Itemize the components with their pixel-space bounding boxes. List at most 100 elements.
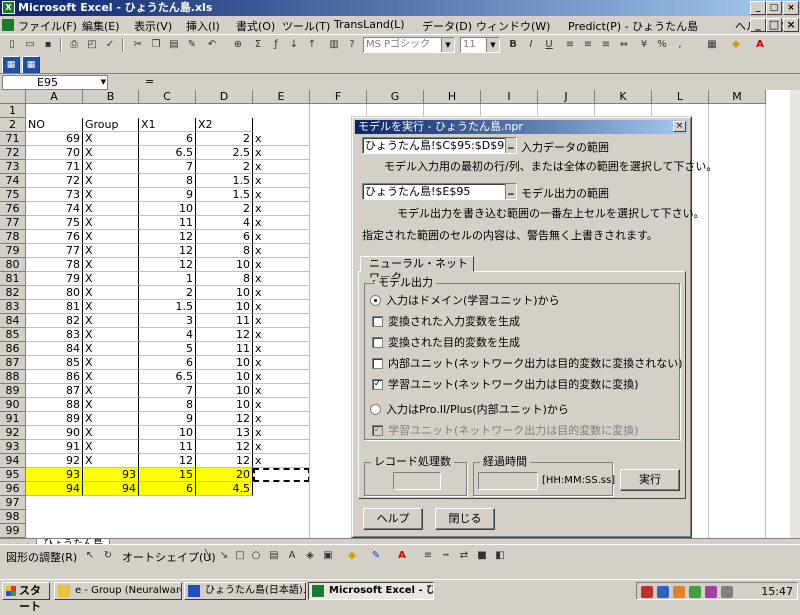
data-cell[interactable]: 12	[196, 412, 253, 426]
data-cell[interactable]: x	[253, 342, 310, 356]
data-cell[interactable]: x	[253, 398, 310, 412]
preview-icon[interactable]: ◰	[84, 37, 100, 53]
close-button[interactable]: ×	[783, 1, 799, 15]
data-cell[interactable]: 2.5	[196, 146, 253, 160]
fill-color-icon[interactable]: ◆	[344, 548, 360, 564]
data-cell[interactable]: 1.5	[196, 188, 253, 202]
data-cell[interactable]: 93	[83, 468, 139, 482]
help-button[interactable]: ヘルプ	[363, 508, 423, 530]
checkbox-target-vars[interactable]: 変換された目的変数を生成	[372, 336, 520, 350]
autosum-icon[interactable]: Σ	[250, 37, 266, 53]
data-cell[interactable]: 3	[139, 314, 196, 328]
data-cell[interactable]: x	[253, 440, 310, 454]
data-cell[interactable]: X	[83, 356, 139, 370]
data-cell[interactable]: 20	[196, 468, 253, 482]
row-header[interactable]: 1	[0, 104, 26, 118]
column-header[interactable]: F	[310, 90, 367, 104]
data-cell[interactable]: x	[253, 132, 310, 146]
data-cell[interactable]: X	[83, 370, 139, 384]
header-cell[interactable]: X1	[139, 118, 196, 132]
data-cell[interactable]: x	[253, 412, 310, 426]
tray-app-icon[interactable]	[705, 586, 717, 598]
selected-cell[interactable]	[253, 468, 310, 482]
tray-app-icon[interactable]	[673, 586, 685, 598]
fill-color-icon[interactable]: ◆	[728, 37, 744, 53]
tray-app-icon[interactable]	[689, 586, 701, 598]
checkbox-internal-units[interactable]: 内部ユニット(ネットワーク出力は目的変数に変換されない)	[372, 357, 683, 371]
column-header[interactable]: L	[652, 90, 709, 104]
row-header[interactable]: 91	[0, 412, 26, 426]
data-cell[interactable]: 8	[196, 244, 253, 258]
data-cell[interactable]: x	[253, 314, 310, 328]
row-header[interactable]: 97	[0, 496, 26, 510]
data-cell[interactable]: X	[83, 440, 139, 454]
help-icon[interactable]: ?	[344, 37, 360, 53]
data-cell[interactable]: 10	[196, 258, 253, 272]
data-cell[interactable]: X	[83, 286, 139, 300]
data-cell[interactable]: 8	[139, 174, 196, 188]
data-cell[interactable]: x	[253, 356, 310, 370]
row-header[interactable]: 99	[0, 524, 26, 538]
start-button[interactable]: スタート	[2, 582, 50, 613]
underline-icon[interactable]: U	[541, 37, 557, 53]
output-range-field[interactable]: ひょうたん島!$E$95 ▁	[362, 183, 517, 200]
function-icon[interactable]: ƒ	[268, 37, 284, 53]
chevron-down-icon[interactable]: ▼	[101, 76, 106, 89]
data-cell[interactable]: 82	[26, 314, 83, 328]
minimize-button[interactable]: _	[750, 1, 766, 15]
data-cell[interactable]: 12	[139, 258, 196, 272]
data-cell[interactable]: 84	[26, 342, 83, 356]
data-cell[interactable]: 12	[196, 328, 253, 342]
row-header[interactable]: 71	[0, 132, 26, 146]
data-cell[interactable]: 6.5	[139, 370, 196, 384]
row-header[interactable]: 75	[0, 188, 26, 202]
tray-app-icon[interactable]	[641, 586, 653, 598]
row-header[interactable]: 87	[0, 356, 26, 370]
column-header[interactable]: M	[709, 90, 766, 104]
data-cell[interactable]: 4.5	[196, 482, 253, 496]
arrow-icon[interactable]: ↘	[216, 548, 232, 564]
tray-app-icon[interactable]	[657, 586, 669, 598]
data-cell[interactable]: x	[253, 230, 310, 244]
data-cell[interactable]: 77	[26, 244, 83, 258]
row-header[interactable]: 93	[0, 440, 26, 454]
header-cell[interactable]: NO	[26, 118, 83, 132]
rectangle-icon[interactable]: □	[232, 548, 248, 564]
radio-input-domain[interactable]: 入力はドメイン(学習ユニット)から	[370, 294, 560, 308]
column-header[interactable]: H	[424, 90, 481, 104]
row-header[interactable]: 95	[0, 468, 26, 482]
doc-icon[interactable]	[2, 19, 14, 31]
picture-icon[interactable]: ▣	[320, 548, 336, 564]
line-style-icon[interactable]: ≡	[420, 548, 436, 564]
data-cell[interactable]: 94	[26, 482, 83, 496]
checkbox[interactable]	[372, 337, 383, 348]
font-size-select[interactable]: 11 ▼	[460, 37, 500, 53]
data-cell[interactable]: X	[83, 454, 139, 468]
data-cell[interactable]: X	[83, 412, 139, 426]
data-cell[interactable]: X	[83, 342, 139, 356]
row-header[interactable]: 84	[0, 314, 26, 328]
data-cell[interactable]: 88	[26, 398, 83, 412]
sort-asc-icon[interactable]: ↓	[286, 37, 302, 53]
data-cell[interactable]: 2	[196, 160, 253, 174]
row-header[interactable]: 74	[0, 174, 26, 188]
data-cell[interactable]: 12	[139, 230, 196, 244]
data-cell[interactable]: 91	[26, 440, 83, 454]
data-cell[interactable]: 4	[139, 328, 196, 342]
row-header[interactable]: 73	[0, 160, 26, 174]
data-cell[interactable]: x	[253, 202, 310, 216]
comma-icon[interactable]: ,	[672, 37, 688, 53]
menu-data[interactable]: データ(D)	[422, 18, 472, 34]
data-cell[interactable]: 87	[26, 384, 83, 398]
bold-icon[interactable]: B	[505, 37, 521, 53]
header-cell[interactable]: X2	[196, 118, 253, 132]
data-cell[interactable]: 78	[26, 258, 83, 272]
data-cell[interactable]: 6.5	[139, 146, 196, 160]
row-header[interactable]: 77	[0, 216, 26, 230]
column-header[interactable]: K	[595, 90, 652, 104]
row-header[interactable]: 76	[0, 202, 26, 216]
data-cell[interactable]: 12	[196, 440, 253, 454]
data-cell[interactable]: 10	[196, 384, 253, 398]
dash-style-icon[interactable]: ┅	[438, 548, 454, 564]
data-cell[interactable]: X	[83, 426, 139, 440]
